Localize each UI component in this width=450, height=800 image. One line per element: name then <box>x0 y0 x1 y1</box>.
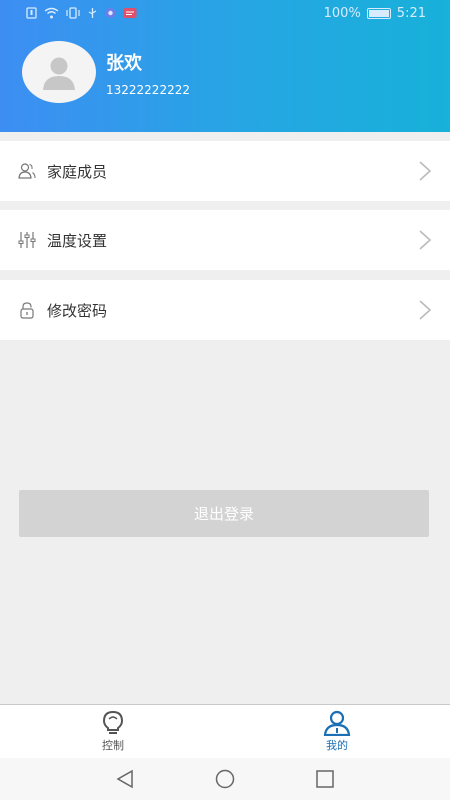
menu-label: 温度设置 <box>47 232 108 250</box>
vibrate-icon <box>66 7 80 19</box>
app-notification-icon <box>105 8 116 18</box>
menu-label: 修改密码 <box>47 302 108 320</box>
sim-icon <box>26 7 37 19</box>
lock-icon <box>20 302 34 319</box>
recents-square-icon[interactable] <box>314 769 336 789</box>
system-navigation-bar <box>0 758 450 800</box>
tab-mine[interactable]: 我的 <box>307 710 367 758</box>
sliders-icon <box>18 232 36 248</box>
family-icon <box>18 163 36 179</box>
message-notification-icon <box>123 8 137 18</box>
clock: 5:21 <box>396 6 426 21</box>
usb-icon <box>88 8 97 18</box>
menu-item-change-password[interactable]: 修改密码 <box>0 280 450 340</box>
menu-item-temperature-settings[interactable]: 温度设置 <box>0 210 450 270</box>
bulb-icon <box>102 710 124 734</box>
status-icons-right: 100% 5:21 <box>324 6 426 21</box>
user-name: 张欢 <box>106 53 142 74</box>
chevron-right-icon <box>419 300 432 320</box>
menu-item-family-members[interactable]: 家庭成员 <box>0 141 450 201</box>
menu-label: 家庭成员 <box>47 163 108 181</box>
status-bar: 100% 5:21 <box>0 0 450 28</box>
battery-icon <box>366 8 391 19</box>
bottom-tab-bar: 控制 我的 <box>0 704 450 758</box>
battery-percent: 100% <box>323 6 361 21</box>
avatar[interactable] <box>22 41 96 103</box>
chevron-right-icon <box>419 161 432 181</box>
back-triangle-icon[interactable] <box>114 769 136 789</box>
tab-control[interactable]: 控制 <box>83 710 143 758</box>
status-icons-left <box>26 7 137 19</box>
default-avatar-icon <box>43 57 75 90</box>
person-icon <box>323 710 351 736</box>
tab-label: 控制 <box>102 739 124 752</box>
logout-button[interactable]: 退出登录 <box>19 490 429 537</box>
tab-label: 我的 <box>326 739 348 752</box>
wifi-icon <box>44 7 59 19</box>
profile-header: 100% 5:21 张欢 13222222222 <box>0 0 450 132</box>
chevron-right-icon <box>419 230 432 250</box>
user-phone: 13222222222 <box>106 83 190 97</box>
home-circle-icon[interactable] <box>214 769 236 789</box>
